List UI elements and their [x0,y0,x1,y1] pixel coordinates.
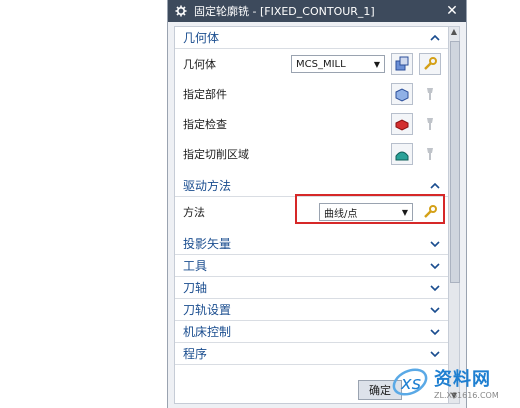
watermark-logo-icon: xs [392,368,428,396]
specify-cut-area-row: 指定切削区域 [175,139,449,169]
section-header-geometry[interactable]: 几何体 [175,27,449,49]
dropdown-arrow-icon: ▼ [401,207,408,217]
vertical-scrollbar[interactable]: ▲ ▼ [448,26,460,404]
method-row: 方法 曲线/点 ▼ [175,197,449,227]
section-title: 投影矢量 [183,237,232,251]
section-title: 工具 [183,259,208,273]
flashlight-icon[interactable] [419,113,441,135]
chevron-up-icon[interactable] [429,180,441,192]
wrench-icon[interactable] [419,53,441,75]
section-title: 刀轨设置 [183,303,232,317]
specify-check-row: 指定检查 [175,109,449,139]
new-geometry-icon[interactable] [391,53,413,75]
section-header-path-settings[interactable]: 刀轨设置 [175,299,449,321]
method-label: 方法 [183,206,205,219]
title-bar: 固定轮廓铣 - [FIXED_CONTOUR_1] ✕ [168,0,466,22]
svg-text:xs: xs [400,373,421,394]
chevron-down-icon[interactable] [429,326,441,338]
flashlight-icon[interactable] [419,83,441,105]
chevron-up-icon[interactable] [429,32,441,44]
flashlight-icon[interactable] [419,143,441,165]
section-title: 驱动方法 [183,179,232,193]
wrench-icon[interactable] [419,201,441,223]
geometry-row: 几何体 MCS_MILL ▼ [175,49,449,79]
watermark-text: 资料网 [434,368,491,390]
section-header-drive-method[interactable]: 驱动方法 [175,175,449,197]
specify-check-icon[interactable] [391,113,413,135]
chevron-down-icon[interactable] [429,260,441,272]
section-header-machine-control[interactable]: 机床控制 [175,321,449,343]
dialog-title: 固定轮廓铣 - [FIXED_CONTOUR_1] [194,5,375,18]
watermark: xs 资料网 ZL.XS1616.COM [390,360,516,404]
gear-icon[interactable] [174,4,188,18]
chevron-down-icon[interactable] [429,238,441,250]
close-icon[interactable]: ✕ [444,3,460,19]
geometry-select[interactable]: MCS_MILL ▼ [291,55,385,73]
chevron-down-icon[interactable] [429,348,441,360]
method-select[interactable]: 曲线/点 ▼ [319,203,413,221]
geometry-select-value: MCS_MILL [296,58,346,70]
chevron-down-icon[interactable] [429,282,441,294]
section-header-tool[interactable]: 工具 [175,255,449,277]
specify-check-label: 指定检查 [183,118,227,131]
scroll-up-icon[interactable]: ▲ [449,27,459,39]
section-header-tool-axis[interactable]: 刀轴 [175,277,449,299]
fixed-contour-dialog: 固定轮廓铣 - [FIXED_CONTOUR_1] ✕ 几何体 几何体 MCS_… [167,0,467,408]
method-select-value: 曲线/点 [324,208,358,220]
specify-cut-area-label: 指定切削区域 [183,148,249,161]
dropdown-arrow-icon: ▼ [373,59,380,69]
section-title: 几何体 [183,31,220,45]
geometry-label: 几何体 [183,58,216,71]
specify-part-row: 指定部件 [175,79,449,109]
section-title: 刀轴 [183,281,208,295]
chevron-down-icon[interactable] [429,304,441,316]
specify-cut-area-icon[interactable] [391,143,413,165]
specify-part-icon[interactable] [391,83,413,105]
scrollbar-thumb[interactable] [450,41,460,283]
section-header-projection-vector[interactable]: 投影矢量 [175,233,449,255]
specify-part-label: 指定部件 [183,88,227,101]
section-title: 机床控制 [183,325,232,339]
watermark-url: ZL.XS1616.COM [434,390,499,400]
dialog-content: 几何体 几何体 MCS_MILL ▼ 指定部件 指定检查 指定切削区域 驱动方法… [174,26,450,404]
